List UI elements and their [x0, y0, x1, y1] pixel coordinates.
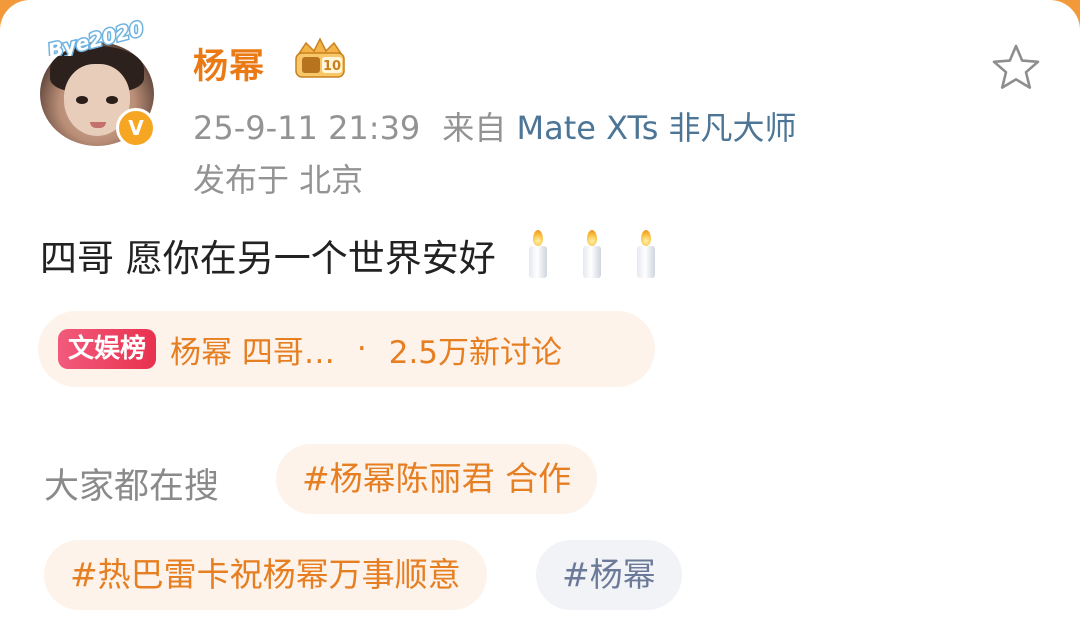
post-text: 四哥 愿你在另一个世界安好	[40, 237, 496, 280]
post-body: 四哥 愿你在另一个世界安好	[40, 228, 658, 282]
star-outline-icon[interactable]	[990, 42, 1042, 94]
crown-level-badge-icon[interactable]: 10	[292, 37, 348, 81]
hot-topic-title: 杨幂 四哥…	[170, 334, 335, 371]
avatar-sticker-text: Bye2020	[45, 16, 146, 56]
hot-topic-pill[interactable]: 文娱榜 杨幂 四哥… · 2.5万新讨论	[38, 311, 655, 387]
post-meta: 25-9-11 21:39 来自 Mate XTs 非凡大师	[193, 103, 797, 149]
source-prefix: 来自	[442, 109, 507, 147]
trending-search-label: 大家都在搜	[44, 467, 220, 507]
verified-badge: V	[116, 108, 156, 148]
trending-search-chip[interactable]: #杨幂	[536, 540, 682, 610]
avatar-sticker-bye2020: Bye2020	[44, 16, 148, 56]
weibo-post-card: Bye2020 V 杨幂 10 25-9-11 21:39 来自 Mate XTs…	[0, 0, 1080, 640]
hot-ranking-tag: 文娱榜	[58, 329, 157, 369]
avatar-eye	[106, 96, 118, 104]
candle-icon	[634, 230, 658, 280]
post-timestamp: 25-9-11 21:39	[193, 109, 421, 147]
author-name[interactable]: 杨幂	[193, 38, 265, 89]
avatar-eye	[76, 96, 88, 104]
hot-topic-discussion-count: 2.5万新讨论	[388, 334, 563, 371]
post-location: 发布于 北京	[193, 161, 364, 199]
trending-search-chip[interactable]: #杨幂陈丽君 合作	[276, 444, 598, 514]
candle-icon	[526, 230, 550, 280]
level-badge-number: 10	[323, 59, 341, 74]
hot-topic-separator: ·	[356, 331, 367, 367]
candle-icon	[580, 230, 604, 280]
device-link[interactable]: Mate XTs 非凡大师	[516, 109, 796, 147]
trending-search-chip[interactable]: #热巴雷卡祝杨幂万事顺意	[44, 540, 487, 610]
